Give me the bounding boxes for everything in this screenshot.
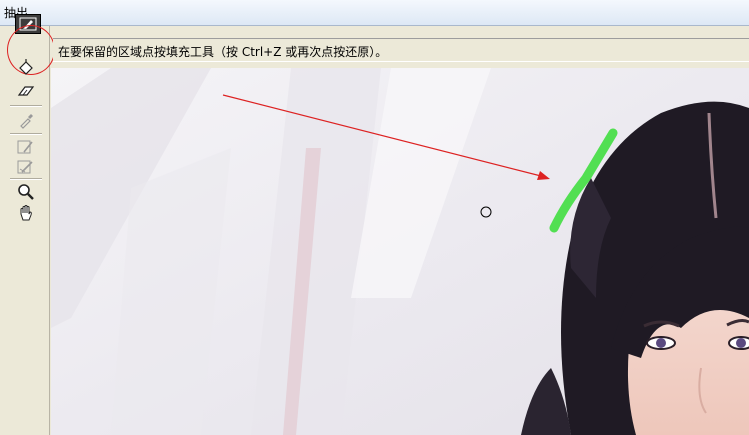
hand-icon	[20, 205, 32, 221]
edge-touchup-icon	[17, 160, 33, 174]
eyedropper-tool-button[interactable]	[14, 110, 38, 130]
hint-bar: 在要保留的区域点按填充工具（按 Ctrl+Z 或再次点按还原）。	[53, 38, 749, 62]
title-bar: 抽出	[0, 0, 749, 26]
hand-tool-button[interactable]	[14, 203, 38, 223]
photo-preview	[51, 68, 749, 435]
toolbar-separator	[10, 133, 42, 135]
toolbar-separator	[10, 178, 42, 180]
eyedropper-icon	[20, 114, 33, 129]
fill-tool-button[interactable]	[14, 57, 38, 77]
zoom-icon	[18, 184, 34, 200]
toolbar-separator	[10, 105, 42, 107]
cleanup-tool-button[interactable]	[14, 137, 38, 157]
eraser-tool-button[interactable]	[14, 81, 38, 101]
edge-touchup-tool-button[interactable]	[14, 157, 38, 177]
cleanup-brush-icon	[17, 140, 33, 154]
eraser-icon	[17, 86, 35, 96]
paint-bucket-icon	[19, 59, 33, 75]
hint-text: 在要保留的区域点按填充工具（按 Ctrl+Z 或再次点按还原）。	[58, 45, 388, 59]
zoom-tool-button[interactable]	[14, 182, 38, 202]
preview-canvas[interactable]	[51, 68, 749, 435]
